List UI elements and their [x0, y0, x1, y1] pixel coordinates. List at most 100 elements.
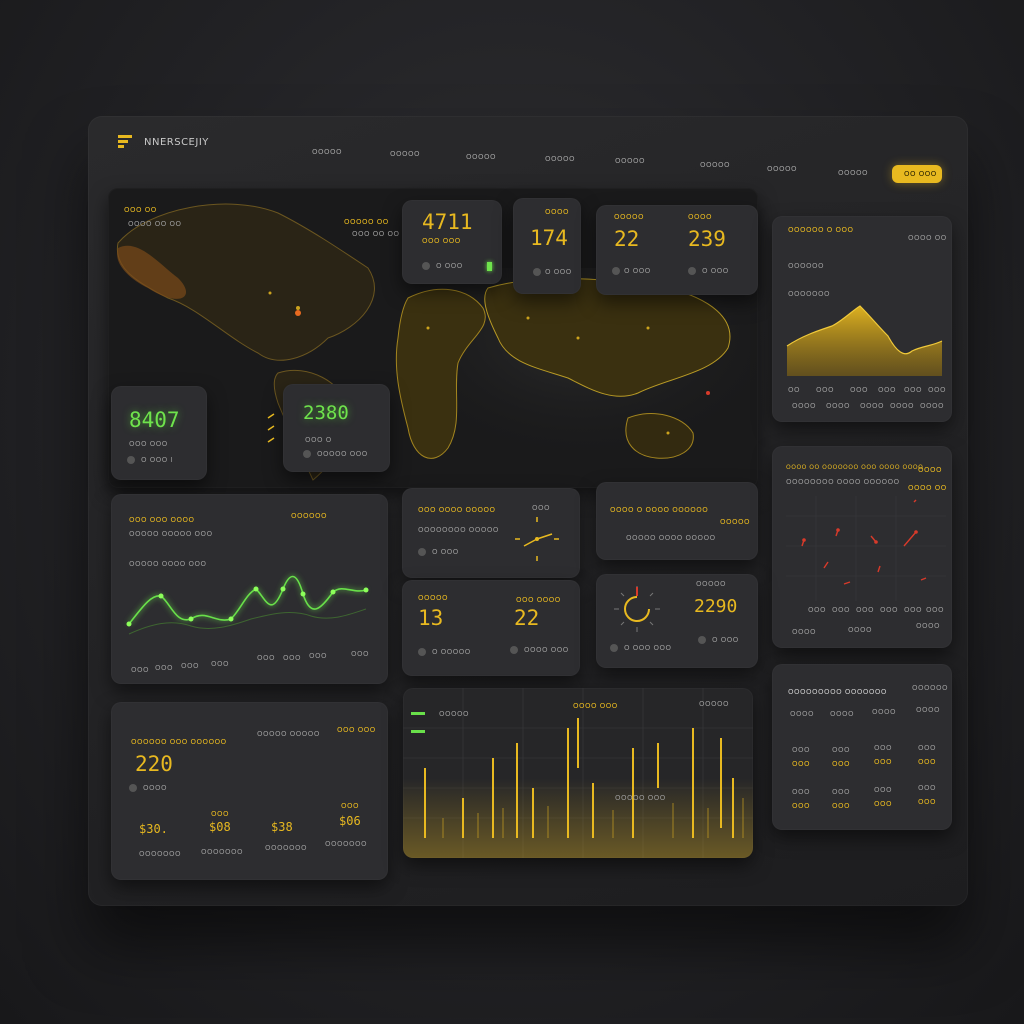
table-cell: OOO [832, 802, 851, 810]
info-sub: OOOOO OOOO OOOOO [626, 534, 716, 542]
table-title: OOOOOOOOO OOOOOOO [788, 688, 887, 696]
nav-item-2[interactable]: OOOOO [390, 150, 420, 158]
summary-foot: OOOOOOO [139, 850, 182, 858]
summary-foot: OOOOOOO [325, 840, 368, 848]
kpi-1-indicator [422, 262, 430, 270]
clock-card: OOO OOOO OOOOO OOOOOOOO OOOOO O OOO OOO [402, 488, 580, 578]
summary-right-sub: OOO OOO [337, 726, 376, 734]
pair-a-label: OOOOO [418, 594, 449, 602]
table-cell: OOO [874, 758, 893, 766]
kpi-card-1: 4711 OOO OOO O OOO [402, 200, 502, 284]
scatter-chart [786, 496, 946, 601]
table-header-cell: OOOO [830, 710, 855, 718]
clock-title: OOO OOOO OOOOO [418, 506, 496, 514]
scatter-foot: OOOO [792, 628, 817, 636]
summary-foot: OOOOOOO [265, 844, 308, 852]
line-title: OOO OOO OOOO [129, 516, 195, 524]
map-right-title: OOOOO OO [344, 218, 389, 226]
nav-item-7[interactable]: OOOOO [767, 165, 797, 173]
scatter-xtick: OOO [832, 606, 851, 614]
clock-indicator [418, 548, 426, 556]
line-sub-1: OOOOO OOOOO OOO [129, 530, 213, 538]
kpi-3-indicator [612, 267, 620, 275]
area-xtick: OOO [816, 386, 835, 394]
table-header-cell: OOOO [916, 706, 941, 714]
kpi-1-sub: O OOO [436, 262, 463, 270]
nav-item-1[interactable]: OOOOO [312, 148, 342, 156]
gauge-foot-indicator [610, 644, 618, 652]
stat-b-sub: OOOOO OOO [317, 450, 368, 458]
area-title: OOOOOO O OOO [788, 226, 854, 234]
area-xtick2: OOOO [890, 402, 915, 410]
area-xtick: OO [788, 386, 801, 394]
table-cell: OOO [918, 758, 937, 766]
kpi-3-value: 22 [614, 227, 640, 251]
pair-b-sub: OOOO OOO [524, 646, 569, 654]
stat-card-a: 8407 OOO OOO O OOO I [111, 386, 207, 480]
summary-value-1: $30. [139, 822, 168, 836]
map-subtitle: OOOO OO OO [128, 220, 182, 228]
gauge-sub: O OOO [712, 636, 739, 644]
area-xtick2: OOOO [920, 402, 945, 410]
scatter-mini: OOOO OO [908, 484, 947, 492]
nav-item-6[interactable]: OOOOO [700, 161, 730, 169]
line-xtick: OOO [283, 654, 302, 662]
line-xtick: OOO [181, 662, 200, 670]
area-xtick2: OOOO [860, 402, 885, 410]
clock-foot: O OOO [432, 548, 459, 556]
pair-b-indicator [510, 646, 518, 654]
stat-b-indicator [303, 450, 311, 458]
area-right: OOOO OO [908, 234, 947, 242]
clock-label: OOO [532, 504, 551, 512]
summary-indicator [129, 784, 137, 792]
kpi-2-value: 174 [530, 226, 568, 250]
table-cell: OOO [832, 746, 851, 754]
kpi-2-indicator [533, 268, 541, 276]
kpi-3-sub: O OOO [624, 267, 651, 275]
summary-value-4: $06 [339, 814, 361, 828]
kpi-1-label: OOO OOO [422, 237, 461, 245]
stat-a-indicator [127, 456, 135, 464]
pair-b-label: OOO OOOO [516, 596, 561, 604]
scatter-title: OOOO OO OOOOOOO OOO OOOO OOOO [786, 464, 924, 471]
summary-value-3: $38 [271, 820, 293, 834]
line-xtick: OOO [155, 664, 174, 672]
table-cell: OOO [874, 744, 893, 752]
table-card: OOOOOOOOO OOOOOOO OOOOOO OOOO OOOO OOOO … [772, 664, 952, 830]
line-xtick: OOO [131, 666, 150, 674]
nav-item-4[interactable]: OOOOO [545, 155, 575, 163]
line-xtick: OOO [309, 652, 328, 660]
summary-value-2: $08 [209, 820, 231, 834]
cta-button[interactable]: OO OOO [892, 165, 942, 183]
area-row-1: OOOOOO [788, 262, 825, 270]
candle-legend: OOOO OOO [573, 702, 618, 710]
line-xtick: OOO [257, 654, 276, 662]
kpi-card-3-4: OOOOO 22 O OOO OOOO 239 O OOO [596, 205, 758, 295]
stat-a-value: 8407 [129, 408, 180, 432]
summary-sub: OOOO [143, 784, 168, 792]
clock-sub: OOOOOOOO OOOOO [418, 526, 499, 534]
scatter-right: OOOO [918, 466, 943, 474]
kpi-4-label: OOOO [688, 213, 713, 221]
stat-a-sub: O OOO I [141, 456, 174, 464]
table-cell: OOO [832, 788, 851, 796]
nav-item-3[interactable]: OOOOO [466, 153, 496, 161]
stat-b-value: 2380 [303, 402, 349, 424]
cta-button-label: OO OOO [904, 170, 937, 178]
line-xtick: OOO [351, 650, 370, 658]
scatter-foot: OOOO [916, 622, 941, 630]
kpi-2-label: OOOO [545, 208, 570, 216]
gauge-icon [614, 586, 660, 632]
table-cell: OOO [918, 744, 937, 752]
nav-item-8[interactable]: OOOOO [838, 169, 868, 177]
area-xtick: OOO [878, 386, 897, 394]
gauge-card: OOOOO 2290 O OOO O OOO OOO [596, 574, 758, 668]
nav-item-5[interactable]: OOOOO [615, 157, 645, 165]
candle-chart-card: OOOOO OOOO OOO OOOOO OOOOO OOO [403, 688, 753, 858]
info-right: OOOOO [720, 518, 751, 526]
scatter-xtick: OOO [904, 606, 923, 614]
line-chart-card: OOO OOO OOOO OOO OOO OOOOO OOOOO OOO OOO O… [111, 494, 388, 684]
stat-card-b: 2380 OOO O OOOOO OOO [283, 384, 390, 472]
summary-card: OOOOOO OOO OOOOOO OOOOO OOOOO OOO OOO 22… [111, 702, 388, 880]
candle-legend: OOOOO [439, 710, 470, 718]
